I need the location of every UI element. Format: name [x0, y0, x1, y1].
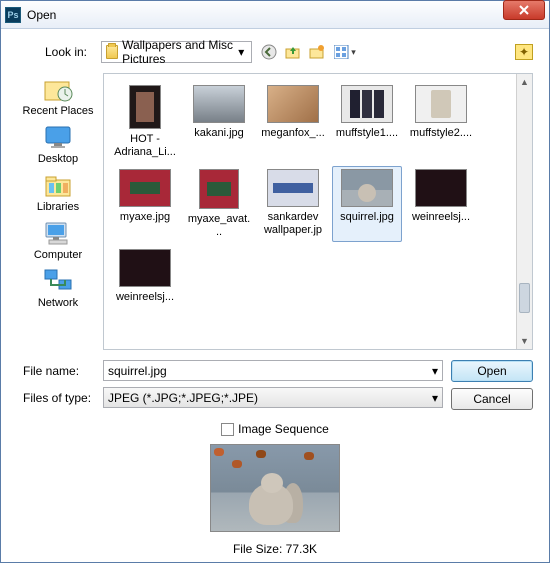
- favorites-button[interactable]: ✦: [515, 44, 533, 60]
- back-button[interactable]: [260, 43, 278, 61]
- file-item[interactable]: sankardev wallpaper.jpg: [258, 166, 328, 242]
- filename-value: squirrel.jpg: [108, 364, 167, 378]
- file-size-label: File Size: 77.3K: [233, 542, 317, 556]
- close-icon: [519, 5, 529, 15]
- file-item[interactable]: muffstyle1....: [332, 82, 402, 162]
- desktop-icon: [42, 123, 74, 151]
- place-libraries[interactable]: Libraries: [37, 171, 79, 213]
- window-title: Open: [27, 8, 503, 22]
- place-network-label: Network: [38, 297, 78, 309]
- open-dialog: Ps Open Look in: Wallpapers and Misc Pic…: [0, 0, 550, 563]
- place-desktop-label: Desktop: [38, 153, 78, 165]
- filetype-select[interactable]: JPEG (*.JPG;*.JPEG;*.JPE) ▾: [103, 387, 443, 408]
- place-computer-label: Computer: [34, 249, 82, 261]
- file-item[interactable]: meganfox_...: [258, 82, 328, 162]
- filetype-label: Files of type:: [17, 391, 97, 405]
- new-folder-icon: [309, 44, 325, 60]
- photoshop-icon: Ps: [5, 7, 21, 23]
- file-item[interactable]: myaxe_avat...: [184, 166, 254, 242]
- place-recent[interactable]: Recent Places: [23, 75, 94, 117]
- place-computer[interactable]: Computer: [34, 219, 82, 261]
- open-button[interactable]: Open: [451, 360, 533, 382]
- chevron-down-icon: ▾: [351, 47, 356, 58]
- up-folder-icon: [285, 44, 301, 60]
- file-item[interactable]: HOT - Adriana_Li...: [110, 82, 180, 162]
- scroll-thumb[interactable]: [519, 283, 530, 313]
- preview-image: [210, 444, 340, 532]
- chevron-down-icon: ▾: [432, 391, 438, 405]
- image-sequence-row: Image Sequence: [17, 422, 533, 436]
- filetype-value: JPEG (*.JPG;*.JPEG;*.JPE): [108, 391, 258, 405]
- recent-icon: [42, 75, 74, 103]
- middle-area: Recent Places Desktop Libraries: [17, 73, 533, 350]
- preview-area: File Size: 77.3K: [17, 444, 533, 556]
- star-icon: ✦: [519, 45, 529, 59]
- up-button[interactable]: [284, 43, 302, 61]
- look-in-row: Look in: Wallpapers and Misc Pictures ▾: [17, 41, 533, 63]
- image-sequence-label: Image Sequence: [238, 422, 329, 436]
- views-icon: [334, 45, 350, 59]
- place-desktop[interactable]: Desktop: [38, 123, 78, 165]
- libraries-icon: [42, 171, 74, 199]
- form-rows: File name: squirrel.jpg ▾ Files of type:…: [17, 360, 533, 410]
- file-item-selected[interactable]: squirrel.jpg: [332, 166, 402, 242]
- views-button[interactable]: ▾: [332, 43, 358, 61]
- new-folder-button[interactable]: [308, 43, 326, 61]
- scroll-down-icon[interactable]: ▼: [517, 333, 532, 349]
- chevron-down-icon: ▾: [432, 364, 438, 378]
- folder-icon: [106, 45, 118, 59]
- cancel-button[interactable]: Cancel: [451, 388, 533, 410]
- image-sequence-checkbox[interactable]: [221, 423, 234, 436]
- place-network[interactable]: Network: [38, 267, 78, 309]
- file-item[interactable]: weinreelsj...: [110, 246, 180, 307]
- computer-icon: [42, 219, 74, 247]
- look-in-combo[interactable]: Wallpapers and Misc Pictures ▾: [101, 41, 252, 63]
- network-icon: [42, 267, 74, 295]
- file-list[interactable]: HOT - Adriana_Li... kakani.jpg meganfox_…: [103, 73, 533, 350]
- places-bar: Recent Places Desktop Libraries: [17, 73, 99, 350]
- chevron-down-icon: ▾: [236, 45, 248, 59]
- titlebar: Ps Open: [1, 1, 549, 29]
- filename-input[interactable]: squirrel.jpg ▾: [103, 360, 443, 381]
- toolbar: ▾: [260, 43, 358, 61]
- filename-label: File name:: [17, 364, 97, 378]
- place-recent-label: Recent Places: [23, 105, 94, 117]
- scroll-up-icon[interactable]: ▲: [517, 74, 532, 90]
- scrollbar[interactable]: ▲ ▼: [516, 74, 532, 349]
- look-in-label: Look in:: [17, 45, 93, 59]
- look-in-value: Wallpapers and Misc Pictures: [122, 38, 235, 66]
- file-item[interactable]: weinreelsj...: [406, 166, 476, 242]
- file-item[interactable]: myaxe.jpg: [110, 166, 180, 242]
- place-libraries-label: Libraries: [37, 201, 79, 213]
- dialog-body: Look in: Wallpapers and Misc Pictures ▾: [1, 29, 549, 562]
- back-icon: [261, 44, 277, 60]
- close-button[interactable]: [503, 0, 545, 20]
- file-item[interactable]: muffstyle2....: [406, 82, 476, 162]
- file-item[interactable]: kakani.jpg: [184, 82, 254, 162]
